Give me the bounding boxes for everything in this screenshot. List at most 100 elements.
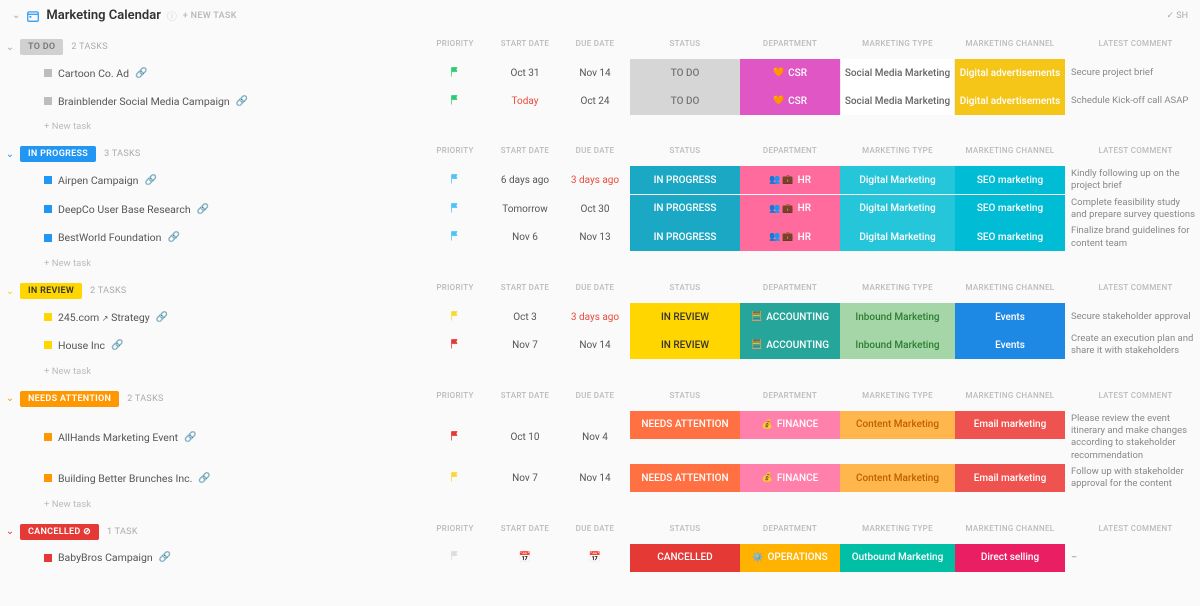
marketing-type-pill[interactable]: Social Media Marketing [840, 59, 955, 87]
start-date-cell[interactable]: Oct 3 [490, 303, 560, 331]
task-row[interactable]: Cartoon Co. Ad 🔗 Oct 31 Nov 14 TO DO 🧡 C… [0, 59, 1200, 87]
department-pill[interactable]: 👥 💼 HR [740, 195, 840, 223]
department-pill[interactable]: 👥 💼 HR [740, 223, 840, 251]
priority-cell[interactable] [420, 411, 490, 464]
status-pill[interactable]: NEEDS ATTENTION [630, 464, 740, 492]
group-badge[interactable]: TO DO [20, 39, 63, 55]
marketing-channel-pill[interactable]: Email marketing [955, 464, 1065, 492]
start-date-cell[interactable]: Nov 7 [490, 331, 560, 360]
status-pill[interactable]: NEEDS ATTENTION [630, 411, 740, 439]
attachment-icon[interactable]: 🔗 [111, 340, 123, 351]
group-chevron-icon[interactable]: ⌄ [0, 149, 20, 160]
attachment-icon[interactable]: 🔗 [184, 432, 196, 443]
department-pill[interactable]: 👥 💼 HR [740, 166, 840, 194]
attachment-icon[interactable]: 🔗 [135, 68, 147, 79]
task-status-square[interactable] [44, 176, 52, 184]
due-date-cell[interactable]: 3 days ago [560, 303, 630, 331]
priority-cell[interactable] [420, 195, 490, 224]
group-chevron-icon[interactable]: ⌄ [0, 42, 20, 53]
group-badge[interactable]: IN REVIEW [20, 283, 82, 299]
status-pill[interactable]: CANCELLED [630, 544, 740, 572]
collapse-icon[interactable]: ⌄ [12, 10, 20, 21]
task-status-square[interactable] [44, 97, 52, 105]
marketing-type-pill[interactable]: Social Media Marketing [840, 87, 955, 115]
group-badge[interactable]: NEEDS ATTENTION [20, 391, 119, 407]
marketing-type-pill[interactable]: Digital Marketing [840, 166, 955, 194]
marketing-type-pill[interactable]: Digital Marketing [840, 223, 955, 251]
marketing-channel-pill[interactable]: Email marketing [955, 411, 1065, 439]
due-date-cell[interactable]: Oct 24 [560, 87, 630, 115]
attachment-icon[interactable]: 🔗 [197, 204, 209, 215]
marketing-channel-pill[interactable]: Events [955, 303, 1065, 331]
task-row[interactable]: House Inc 🔗 Nov 7 Nov 14 IN REVIEW 🧮 ACC… [0, 331, 1200, 360]
task-status-square[interactable] [44, 69, 52, 77]
attachment-icon[interactable]: 🔗 [198, 473, 210, 484]
status-pill[interactable]: IN REVIEW [630, 331, 740, 359]
priority-cell[interactable] [420, 544, 490, 572]
priority-cell[interactable] [420, 166, 490, 195]
new-task-row[interactable]: + New task [0, 493, 1200, 516]
status-pill[interactable]: TO DO [630, 59, 740, 87]
attachment-icon[interactable]: 🔗 [236, 96, 248, 107]
attachment-icon[interactable]: 🔗 [144, 175, 156, 186]
group-chevron-icon[interactable]: ⌄ [0, 286, 20, 297]
task-status-square[interactable] [44, 554, 52, 562]
department-pill[interactable]: ⚙️ OPERATIONS [740, 544, 840, 572]
share-button[interactable]: ✓ SH [1166, 11, 1188, 21]
marketing-type-pill[interactable]: Content Marketing [840, 411, 955, 439]
group-badge[interactable]: CANCELLED ⊘ [20, 524, 99, 540]
due-date-cell[interactable]: Nov 14 [560, 464, 630, 493]
new-task-row[interactable]: + New task [0, 360, 1200, 383]
task-row[interactable]: AllHands Marketing Event 🔗 Oct 10 Nov 4 … [0, 411, 1200, 464]
new-task-row[interactable]: + New task [0, 115, 1200, 138]
status-pill[interactable]: IN REVIEW [630, 303, 740, 331]
marketing-channel-pill[interactable]: Direct selling [955, 544, 1065, 572]
marketing-type-pill[interactable]: Inbound Marketing [840, 303, 955, 331]
department-pill[interactable]: 🧮 ACCOUNTING [740, 331, 840, 359]
task-row[interactable]: BestWorld Foundation 🔗 Nov 6 Nov 13 IN P… [0, 223, 1200, 252]
marketing-channel-pill[interactable]: Events [955, 331, 1065, 359]
new-task-row[interactable]: + New task [0, 252, 1200, 275]
start-date-cell[interactable]: Oct 31 [490, 59, 560, 87]
attachment-icon[interactable]: 🔗 [159, 552, 171, 563]
group-badge[interactable]: IN PROGRESS [20, 146, 96, 162]
department-pill[interactable]: 🧮 ACCOUNTING [740, 303, 840, 331]
marketing-channel-pill[interactable]: SEO marketing [955, 166, 1065, 194]
group-chevron-icon[interactable]: ⌄ [0, 526, 20, 537]
priority-cell[interactable] [420, 464, 490, 493]
task-row[interactable]: DeepCo User Base Research 🔗 Tomorrow Oct… [0, 195, 1200, 224]
start-date-cell[interactable]: Oct 10 [490, 411, 560, 464]
task-row[interactable]: BabyBros Campaign 🔗 📅 📅 CANCELLED ⚙️ OPE… [0, 544, 1200, 572]
task-status-square[interactable] [44, 341, 52, 349]
task-status-square[interactable] [44, 433, 52, 441]
start-date-cell[interactable]: Today [490, 87, 560, 115]
due-date-cell[interactable]: 📅 [560, 544, 630, 572]
start-date-cell[interactable]: Nov 7 [490, 464, 560, 493]
department-pill[interactable]: 💰 FINANCE [740, 411, 840, 439]
info-icon[interactable]: ⓘ [167, 8, 177, 23]
start-date-cell[interactable]: Nov 6 [490, 223, 560, 252]
marketing-channel-pill[interactable]: Digital advertisements [955, 87, 1065, 115]
marketing-channel-pill[interactable]: SEO marketing [955, 195, 1065, 223]
start-date-cell[interactable]: 6 days ago [490, 166, 560, 195]
task-status-square[interactable] [44, 313, 52, 321]
marketing-type-pill[interactable]: Digital Marketing [840, 195, 955, 223]
marketing-type-pill[interactable]: Outbound Marketing [840, 544, 955, 572]
attachment-icon[interactable]: 🔗 [156, 312, 168, 323]
due-date-cell[interactable]: Nov 14 [560, 59, 630, 87]
due-date-cell[interactable]: Nov 14 [560, 331, 630, 360]
priority-cell[interactable] [420, 87, 490, 115]
start-date-cell[interactable]: 📅 [490, 544, 560, 572]
status-pill[interactable]: TO DO [630, 87, 740, 115]
group-chevron-icon[interactable]: ⌄ [0, 393, 20, 404]
status-pill[interactable]: IN PROGRESS [630, 195, 740, 223]
task-status-square[interactable] [44, 474, 52, 482]
task-row[interactable]: 245.com ↗ Strategy 🔗 Oct 3 3 days ago IN… [0, 303, 1200, 331]
marketing-type-pill[interactable]: Inbound Marketing [840, 331, 955, 359]
due-date-cell[interactable]: Oct 30 [560, 195, 630, 224]
new-task-button[interactable]: + NEW TASK [183, 11, 237, 21]
department-pill[interactable]: 🧡 CSR [740, 59, 840, 87]
department-pill[interactable]: 🧡 CSR [740, 87, 840, 115]
priority-cell[interactable] [420, 331, 490, 360]
priority-cell[interactable] [420, 223, 490, 252]
